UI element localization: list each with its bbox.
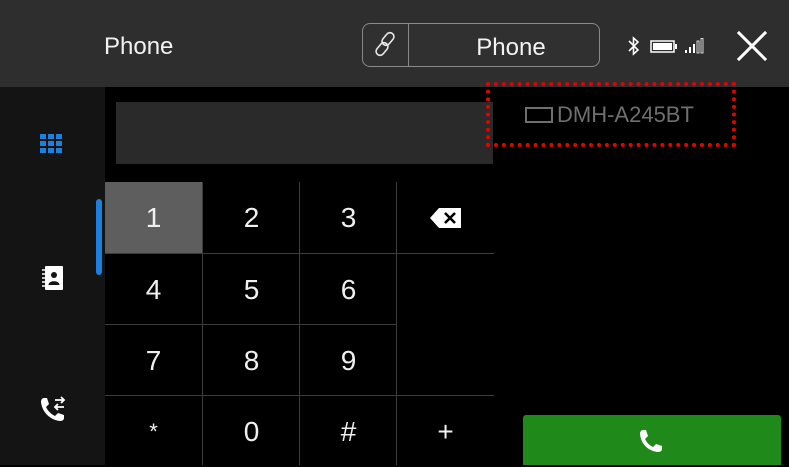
phone-screen: Phone Phone DMH-A245BT 1 2 3 4 5 6 7 8 9… <box>0 0 789 465</box>
close-icon[interactable] <box>735 29 769 63</box>
bluetooth-icon <box>628 36 640 56</box>
keypad-icon <box>40 134 62 153</box>
source-select-button[interactable]: Phone <box>362 23 600 67</box>
source-divider <box>408 24 409 66</box>
header-bar: Phone Phone <box>0 0 789 87</box>
key-2[interactable]: 2 <box>203 182 300 253</box>
key-9[interactable]: 9 <box>300 325 397 396</box>
sidebar-item-keypad[interactable] <box>0 102 105 192</box>
key-6[interactable]: 6 <box>300 254 397 325</box>
backspace-button[interactable] <box>397 182 494 253</box>
signal-icon <box>685 38 704 54</box>
key-3[interactable]: 3 <box>300 182 397 253</box>
call-history-icon <box>41 396 66 421</box>
sidebar-item-contacts[interactable] <box>0 237 105 327</box>
backspace-icon <box>429 207 461 228</box>
dial-keypad: 1 2 3 4 5 6 7 8 9 * 0 # + <box>105 182 494 465</box>
annotation-highlight-box <box>486 82 736 147</box>
key-7[interactable]: 7 <box>105 325 202 396</box>
key-1[interactable]: 1 <box>105 182 202 253</box>
page-title: Phone <box>104 33 174 60</box>
call-button[interactable] <box>523 415 781 465</box>
number-input-display[interactable] <box>116 102 493 164</box>
source-label: Phone <box>476 34 546 61</box>
sidebar-item-call-history[interactable] <box>0 367 105 457</box>
key-5[interactable]: 5 <box>203 254 300 325</box>
phone-icon <box>640 430 662 452</box>
sidebar <box>0 87 105 465</box>
key-4[interactable]: 4 <box>105 254 202 325</box>
link-icon <box>375 31 395 57</box>
key-8[interactable]: 8 <box>203 325 300 396</box>
key-star[interactable]: * <box>105 396 202 467</box>
key-hash[interactable]: # <box>300 396 397 467</box>
contacts-icon <box>42 266 63 290</box>
key-0[interactable]: 0 <box>203 396 300 467</box>
battery-icon <box>650 40 677 53</box>
key-plus[interactable]: + <box>397 396 494 467</box>
